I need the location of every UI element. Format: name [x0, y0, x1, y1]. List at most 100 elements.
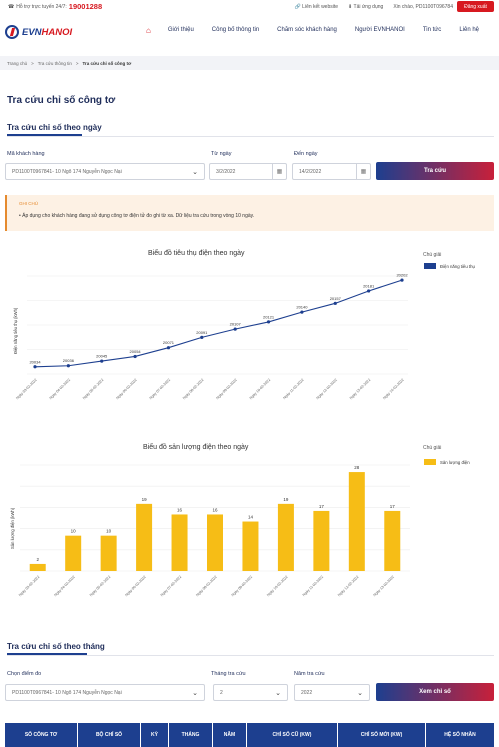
data-point — [100, 359, 104, 363]
data-label: 20107 — [230, 322, 242, 327]
nav-item-tin-tuc[interactable]: Tin tức — [423, 27, 441, 35]
nav-item-nguoi-evn[interactable]: Người EVNHANOI — [355, 27, 405, 35]
column-header[interactable]: HỆ SỐ NHÂN — [426, 723, 494, 747]
nav-item-gioi-thieu[interactable]: Giới thiệu — [168, 27, 194, 35]
x-tick-label: Ngày 12-02-2022 — [316, 378, 338, 400]
data-point — [367, 289, 371, 293]
chevron-down-icon: ⌄ — [275, 690, 281, 697]
data-label: 20045 — [96, 354, 108, 359]
to-date-input[interactable]: 14/2/2022 ▦ — [292, 163, 371, 180]
bar-legend-item: Sản lượng điện — [424, 459, 470, 465]
calendar-icon[interactable]: ▦ — [272, 164, 286, 179]
point-label: Chọn điểm đo — [7, 671, 42, 677]
chevron-down-icon: ⌄ — [192, 690, 198, 697]
bar-chart: Sản lượng điện (kWh) 2 10 10 19 16 16 14 19 17 28 1… — [10, 464, 410, 597]
user-greeting[interactable]: Xin chào, PD1100T096784 — [393, 4, 453, 10]
x-tick-label: Ngày 09-02-2022 — [231, 575, 253, 597]
data-label: 20202 — [396, 273, 408, 278]
x-tick-label: Ngày 08-02-2022 — [182, 378, 204, 400]
data-label: 20054 — [130, 349, 142, 354]
bar-chart-title: Biểu đồ sản lượng điện theo ngày — [143, 444, 249, 451]
data-point — [300, 310, 304, 314]
data-point — [66, 364, 70, 368]
x-tick-label: Ngày 05-02-2022 — [82, 378, 104, 400]
chevron-down-icon: ⌄ — [192, 169, 198, 176]
logout-button[interactable]: Đăng xuất — [457, 1, 494, 12]
data-point — [200, 335, 204, 339]
bar — [348, 472, 365, 571]
bar — [277, 503, 294, 571]
point-select-value: PD1100T0967841- 10 Ngõ 174 Nguyễn Ngọc N… — [12, 689, 122, 696]
link-website[interactable]: 🔗 Liên kết website — [295, 4, 338, 10]
x-tick-label: Ngày 07-02-2022 — [149, 378, 171, 400]
column-header[interactable]: CHỈ SỐ CŨ (KW) — [247, 723, 338, 747]
customer-label: Mã khách hàng — [7, 151, 45, 157]
customer-select-value: PD1100T0967841- 10 Ngõ 174 Nguyễn Ngọc N… — [12, 168, 122, 175]
note-title: GHI CHÚ — [19, 201, 38, 206]
data-label: 16 — [177, 507, 183, 512]
search-button[interactable]: Tra cứu — [376, 162, 494, 180]
data-label: 20181 — [363, 283, 375, 288]
top-bar: ☎ Hỗ trợ trực tuyến 24/7: 19001288 🔗 Liê… — [0, 0, 499, 14]
data-point — [133, 354, 137, 359]
logo-text-b: HANOI — [41, 26, 73, 38]
bar — [29, 563, 46, 571]
column-header[interactable]: THÁNG — [169, 723, 213, 747]
x-tick-label: Ngày 11-02-2022 — [302, 575, 324, 597]
line-legend-label: Điện năng tiêu thụ — [440, 263, 475, 269]
nav-item-cong-bo[interactable]: Công bố thông tin — [212, 27, 259, 35]
month-select-value: 2 — [220, 689, 223, 696]
point-select[interactable]: PD1100T0967841- 10 Ngõ 174 Nguyễn Ngọc N… — [5, 684, 205, 701]
breadcrumb-lookup[interactable]: Tra cứu thông tin — [38, 61, 72, 66]
data-label: 20121 — [263, 314, 275, 319]
column-header[interactable]: SỐ CÔNG TƠ — [5, 723, 78, 747]
x-tick-label: Ngày 07-02-2022 — [160, 575, 182, 597]
bar — [207, 514, 223, 571]
year-select[interactable]: 2022 ⌄ — [294, 684, 370, 701]
data-point — [233, 327, 237, 331]
column-header[interactable]: BỘ CHỈ SỐ — [78, 723, 141, 747]
from-date-label: Từ ngày — [211, 151, 232, 157]
x-tick-label: Ngày 13-02-2022 — [349, 378, 371, 400]
x-tick-label: Ngày 06-02-2022 — [115, 378, 137, 400]
data-label: 20071 — [163, 340, 175, 345]
customer-select[interactable]: PD1100T0967841- 10 Ngõ 174 Nguyễn Ngọc N… — [5, 163, 205, 180]
breadcrumb-separator: > — [75, 60, 79, 66]
x-tick-label: Ngày 10-02-2022 — [266, 575, 288, 597]
year-select-value: 2022 — [301, 689, 313, 696]
y-axis-label: Điện năng tiêu thụ (kWh) — [13, 307, 18, 354]
view-index-button[interactable]: Xem chỉ số — [376, 683, 494, 701]
breadcrumb-home[interactable]: Trang chủ — [7, 61, 27, 66]
bar-legend-title: Chú giải — [423, 445, 442, 451]
link-icon: 🔗 — [294, 4, 301, 10]
from-date-input[interactable]: 3/2/2022 ▦ — [209, 163, 287, 180]
data-point — [333, 301, 337, 305]
column-header[interactable]: NĂM — [213, 723, 247, 747]
column-header[interactable]: CHỈ SỐ MỚI (KW) — [338, 723, 426, 747]
to-date-value: 14/2/2022 — [299, 168, 322, 175]
column-header[interactable]: KỲ — [141, 723, 169, 747]
monthly-heading: Tra cứu chỉ số theo tháng — [7, 642, 105, 651]
bar — [65, 535, 82, 571]
bar-legend-label: Sản lượng điện — [440, 459, 470, 465]
note-box: GHI CHÚ • Áp dụng cho khách hàng đang sử… — [5, 195, 494, 231]
nav-item-cham-soc[interactable]: Chăm sóc khách hàng — [277, 27, 337, 35]
data-label: 19 — [283, 497, 289, 502]
home-icon[interactable]: ⌂ — [146, 26, 151, 35]
data-point — [266, 320, 271, 324]
nav-item-lien-he[interactable]: Liên hệ — [459, 27, 479, 35]
month-select[interactable]: 2 ⌄ — [213, 684, 288, 701]
logo[interactable]: EVNHANOI — [5, 25, 72, 39]
calendar-icon[interactable]: ▦ — [356, 164, 370, 179]
logo-text: EVNHANOI — [22, 27, 72, 38]
download-app[interactable]: ⬇ Tải ứng dụng — [348, 4, 383, 10]
x-tick-label: Ngày 04-02-2022 — [53, 575, 75, 597]
x-tick-label: Ngày 03-02-2022 — [15, 378, 37, 400]
divider — [7, 655, 494, 656]
x-tick-label: Ngày 06-02-2022 — [124, 575, 146, 597]
hotline: ☎ Hỗ trợ trực tuyến 24/7: 19001288 — [8, 2, 102, 11]
x-tick-label: Ngày 05-02-2022 — [89, 575, 111, 597]
chevron-down-icon: ⌄ — [357, 690, 363, 697]
hotline-number[interactable]: 19001288 — [69, 2, 102, 11]
bar — [100, 535, 117, 571]
